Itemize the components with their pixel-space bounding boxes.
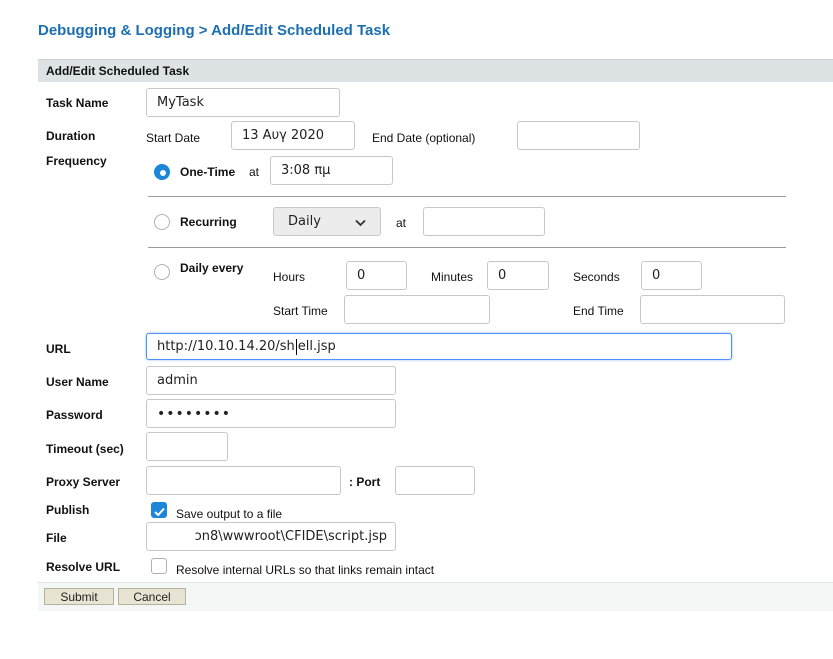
start-time-label: Start Time [273, 304, 328, 318]
resolve-url-checkbox[interactable] [151, 558, 167, 574]
task-name-input[interactable]: MyTask [146, 88, 340, 117]
password-value: •••••••• [157, 405, 232, 422]
panel-header: Add/Edit Scheduled Task [38, 59, 833, 82]
user-name-label: User Name [46, 375, 109, 389]
url-value-after-caret: ell.jsp [297, 339, 336, 354]
one-time-label: One-Time [180, 165, 236, 179]
end-time-label: End Time [573, 304, 624, 318]
timeout-label: Timeout (sec) [46, 442, 124, 456]
password-input[interactable]: •••••••• [146, 399, 396, 428]
page-title: Debugging & Logging > Add/Edit Scheduled… [38, 22, 391, 39]
one-time-value: 3:08 πμ [281, 163, 331, 178]
password-label: Password [46, 408, 103, 422]
frequency-label: Frequency [46, 154, 107, 168]
daily-every-label: Daily every [180, 261, 244, 275]
text-caret [295, 338, 297, 355]
file-value: ɔn8\wwwroot\CFIDE\script.jsp [194, 529, 387, 544]
seconds-label: Seconds [573, 270, 620, 284]
task-name-value: MyTask [157, 95, 204, 110]
publish-checkbox-label: Save output to a file [176, 507, 283, 521]
hours-input[interactable]: 0 [346, 261, 407, 290]
divider [148, 196, 786, 197]
hours-value: 0 [357, 268, 366, 283]
one-time-radio[interactable] [154, 164, 170, 180]
end-time-input[interactable] [640, 295, 785, 324]
minutes-label: Minutes [431, 270, 474, 284]
url-input[interactable]: http://10.10.14.20/sh ell.jsp [146, 333, 732, 360]
end-date-input[interactable] [517, 121, 640, 150]
url-value-before-caret: http://10.10.14.20/sh [157, 339, 295, 354]
hours-label: Hours [273, 270, 306, 284]
duration-label: Duration [46, 129, 96, 143]
panel-header-label: Add/Edit Scheduled Task [46, 64, 190, 78]
start-date-value: 13 Αυγ 2020 [242, 128, 324, 143]
end-date-label: End Date (optional) [372, 131, 476, 145]
port-label: : Port [349, 475, 381, 489]
seconds-value: 0 [652, 268, 661, 283]
chevron-down-icon [355, 216, 366, 231]
user-name-input[interactable]: admin [146, 366, 396, 395]
proxy-server-input[interactable] [146, 466, 341, 495]
port-input[interactable] [395, 466, 475, 495]
seconds-input[interactable]: 0 [641, 261, 702, 290]
resolve-url-checkbox-label: Resolve internal URLs so that links rema… [176, 563, 435, 577]
start-time-input[interactable] [344, 295, 490, 324]
minutes-value: 0 [498, 268, 507, 283]
recurring-select[interactable]: Daily [273, 207, 381, 236]
file-input[interactable]: ɔn8\wwwroot\CFIDE\script.jsp [146, 522, 396, 551]
timeout-input[interactable] [146, 432, 228, 461]
task-name-label: Task Name [46, 96, 109, 110]
recurring-time-input[interactable] [423, 207, 545, 236]
divider [148, 247, 786, 248]
proxy-server-label: Proxy Server [46, 475, 121, 489]
user-name-value: admin [157, 373, 198, 388]
url-label: URL [46, 342, 71, 356]
submit-button[interactable]: Submit [44, 588, 114, 605]
minutes-input[interactable]: 0 [487, 261, 549, 290]
recurring-label: Recurring [180, 215, 237, 229]
one-time-at-label: at [249, 165, 260, 179]
one-time-input[interactable]: 3:08 πμ [270, 156, 393, 185]
start-date-input[interactable]: 13 Αυγ 2020 [231, 121, 355, 150]
recurring-at-label: at [396, 216, 407, 230]
start-date-label: Start Date [146, 131, 201, 145]
recurring-select-value: Daily [288, 214, 321, 229]
check-icon [154, 505, 165, 520]
recurring-radio[interactable] [154, 214, 170, 230]
file-label: File [46, 531, 67, 545]
resolve-url-label: Resolve URL [46, 560, 121, 574]
publish-label: Publish [46, 503, 90, 517]
publish-checkbox[interactable] [151, 502, 167, 518]
daily-every-radio[interactable] [154, 264, 170, 280]
cancel-button[interactable]: Cancel [118, 588, 186, 605]
